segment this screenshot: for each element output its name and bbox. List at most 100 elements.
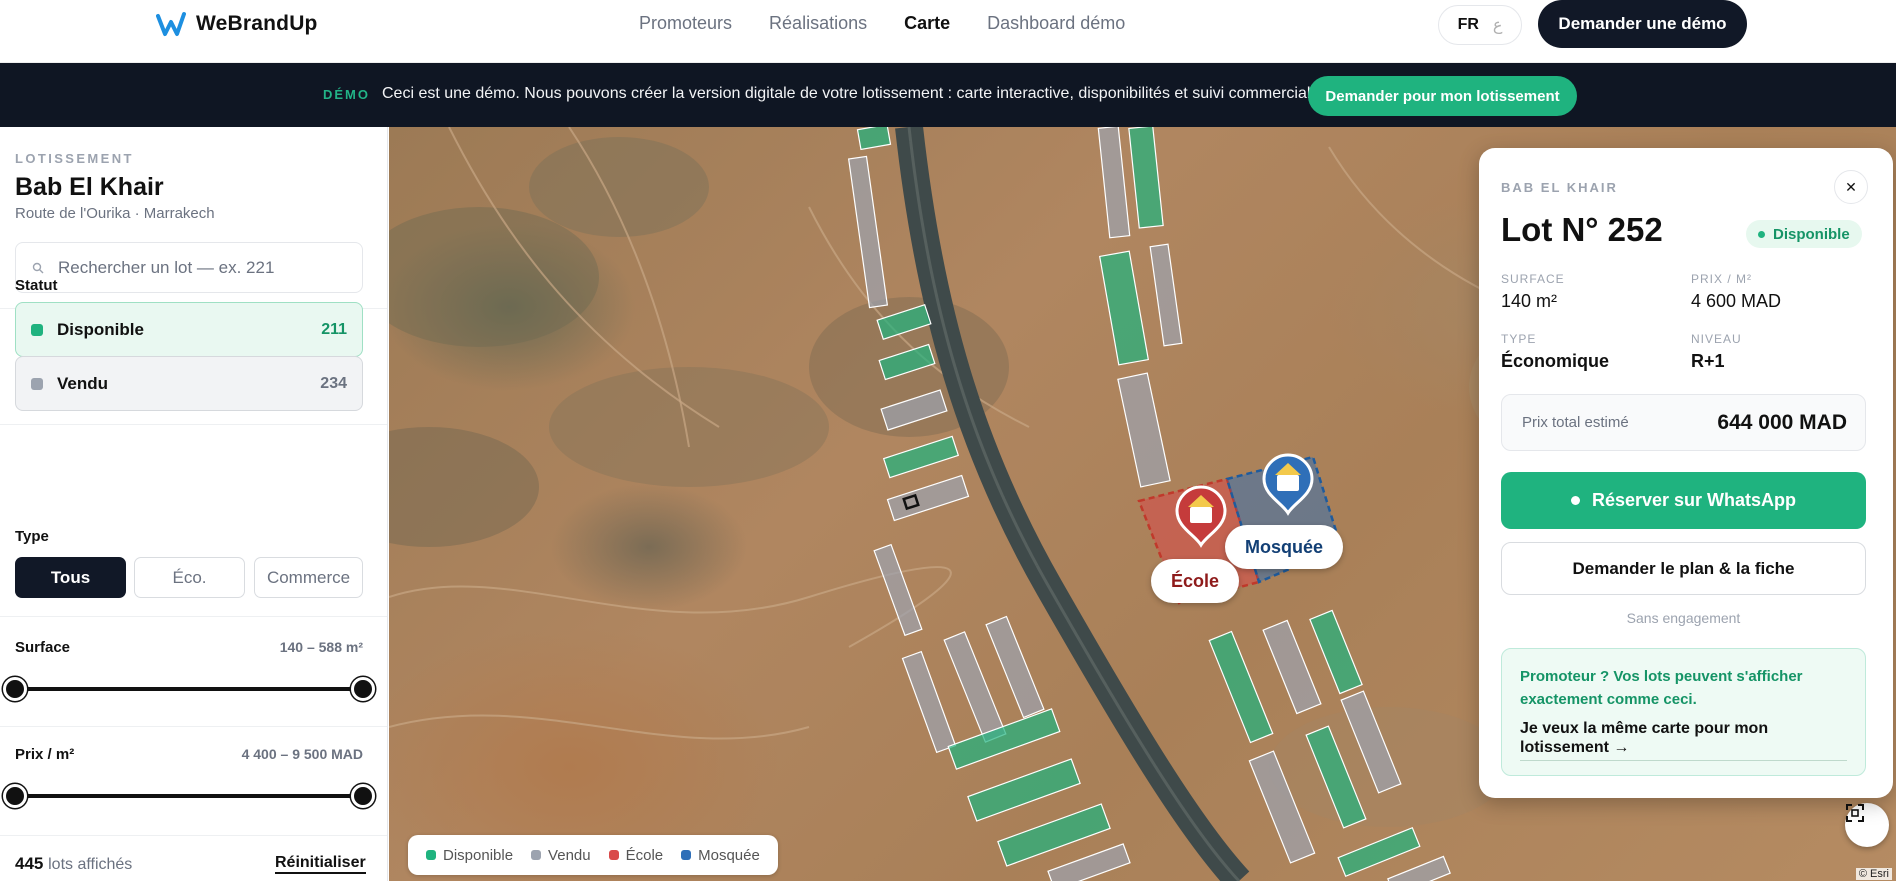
lot-block-vendu[interactable] <box>901 650 957 754</box>
total-price-label: Prix total estimé <box>1522 414 1629 431</box>
whatsapp-reserve-button[interactable]: Réserver sur WhatsApp <box>1501 472 1866 529</box>
status-filter-vendu[interactable]: Vendu 234 <box>15 356 363 411</box>
lot-block-dispo[interactable] <box>882 435 960 479</box>
lot-block-dispo[interactable] <box>1309 609 1363 695</box>
top-nav: WeBrandUp Promoteurs Réalisations Carte … <box>0 0 1896 63</box>
lot-block-dispo[interactable] <box>1337 826 1421 878</box>
lots-count-suffix: lots affichés <box>48 856 133 873</box>
lot-block-dispo[interactable] <box>856 127 892 151</box>
lot-block-vendu[interactable] <box>1149 243 1183 347</box>
map-attribution: © Esri <box>1855 868 1892 880</box>
project-title: Bab El Khair <box>15 173 164 201</box>
no-commitment-note: Sans engagement <box>1626 610 1741 626</box>
total-price-value: 644 000 MAD <box>1717 410 1847 434</box>
promoter-callout: Promoteur ? Vos lots peuvent s'afficher … <box>1501 648 1866 776</box>
price-label: Prix / m² <box>15 746 75 763</box>
fullscreen-icon <box>1846 804 1864 822</box>
price-range-header: Prix / m² 4 400 – 9 500 MAD <box>15 746 363 763</box>
type-filter-eco[interactable]: Éco. <box>134 557 245 598</box>
promoter-callout-title: Promoteur ? Vos lots peuvent s'afficher … <box>1520 668 1803 708</box>
spec-type-value: Économique <box>1501 351 1610 371</box>
legend-label: Mosquée <box>698 846 760 864</box>
filter-sidebar: LOTISSEMENT Bab El Khair Route de l'Ouri… <box>0 127 388 881</box>
price-slider-min-handle[interactable] <box>3 784 27 808</box>
legend-swatch <box>608 850 619 860</box>
lot-block-vendu[interactable] <box>985 615 1045 719</box>
status-label: Statut <box>15 277 58 294</box>
spec-type-label: TYPE <box>1501 332 1537 346</box>
lot-block-vendu[interactable] <box>1387 855 1451 881</box>
lot-block-vendu[interactable] <box>1117 372 1171 488</box>
lot-block-vendu[interactable] <box>886 474 970 522</box>
nav-promoteurs[interactable]: Promoteurs <box>639 13 732 34</box>
close-icon: ✕ <box>1845 178 1857 195</box>
status-badge: Disponible <box>1746 220 1862 248</box>
search-input[interactable] <box>58 257 348 278</box>
lots-count-value: 445 <box>15 854 44 873</box>
legend-swatch <box>426 850 436 860</box>
vendu-swatch <box>31 377 43 390</box>
poi-school-pin-icon-building-icon[interactable] <box>1190 507 1212 523</box>
lot-block-dispo[interactable] <box>1128 127 1164 229</box>
price-slider-max-handle[interactable] <box>351 784 375 808</box>
main-nav: Promoteurs Réalisations Carte Dashboard … <box>639 13 1125 34</box>
legend-item-mosquee: Mosquée <box>681 847 760 864</box>
surface-label: Surface <box>15 639 71 656</box>
close-button[interactable]: ✕ <box>1834 170 1868 204</box>
nav-dashboard-demo[interactable]: Dashboard démo <box>987 13 1125 34</box>
status-count-disponible: 211 <box>321 320 347 338</box>
nav-realisations[interactable]: Réalisations <box>769 13 867 34</box>
same-map-link[interactable]: Je veux la même carte pour mon lotisseme… <box>1520 719 1847 761</box>
lot-block-vendu[interactable] <box>1097 127 1131 239</box>
type-filter-tous[interactable]: Tous <box>15 557 126 598</box>
spec-niveau: NIVEAU R+1 <box>1691 332 1742 372</box>
type-filter-commerce[interactable]: Commerce <box>254 557 363 598</box>
request-for-my-lot-button[interactable]: Demander pour mon lotissement <box>1308 76 1577 116</box>
spec-price-m2: PRIX / M² 4 600 MAD <box>1691 272 1781 312</box>
reset-filters-link[interactable]: Réinitialiser <box>275 854 366 874</box>
spec-surface: SURFACE 140 m² <box>1501 272 1565 312</box>
type-label: Type <box>15 528 49 545</box>
lot-title: Lot N° 252 <box>1501 211 1663 248</box>
lot-search[interactable] <box>15 242 363 293</box>
surface-slider-max-handle[interactable] <box>351 677 375 701</box>
spec-price-m2-label: PRIX / M² <box>1691 272 1753 286</box>
status-badge-label: Disponible <box>1773 225 1850 243</box>
price-slider-track[interactable] <box>15 794 363 798</box>
surface-slider-min-handle[interactable] <box>3 677 27 701</box>
divider <box>0 726 387 727</box>
poi-mosque-pin-icon-building-icon[interactable] <box>1277 475 1299 491</box>
fullscreen-button[interactable] <box>1845 803 1889 847</box>
spec-type: TYPE Économique <box>1501 332 1609 372</box>
demo-banner: DÉMO Ceci est une démo. Nous pouvons cré… <box>0 63 1896 127</box>
terrain-patch <box>389 427 539 547</box>
status-filter-disponible[interactable]: Disponible 211 <box>15 302 363 357</box>
lot-block-dispo[interactable] <box>967 758 1081 822</box>
lot-block-vendu[interactable] <box>847 155 889 309</box>
legend-item-ecole: École <box>608 847 663 864</box>
legend-swatch <box>531 850 542 860</box>
sidebar-kicker: LOTISSEMENT <box>15 151 134 166</box>
brand-logo[interactable]: WeBrandUp <box>156 10 318 38</box>
lot-block-vendu[interactable] <box>873 543 923 637</box>
surface-slider-track[interactable] <box>15 687 363 691</box>
lang-ar[interactable]: ع <box>1493 15 1503 35</box>
school-label[interactable]: École <box>1151 559 1240 603</box>
mosque-label[interactable]: Mosquée <box>1225 525 1344 569</box>
lot-block-dispo[interactable] <box>1098 250 1150 366</box>
lot-block-vendu[interactable] <box>1262 619 1322 715</box>
lang-fr[interactable]: FR <box>1458 16 1479 34</box>
search-icon <box>32 262 44 273</box>
request-plan-button[interactable]: Demander le plan & la fiche <box>1501 542 1866 595</box>
spec-niveau-label: NIVEAU <box>1691 332 1742 346</box>
status-label-disponible: Disponible <box>57 319 144 339</box>
language-switch[interactable]: FR ع <box>1438 5 1522 45</box>
lot-block-dispo[interactable] <box>947 708 1061 770</box>
terrain-patch <box>549 367 829 487</box>
banner-text: Ceci est une démo. Nous pouvons créer la… <box>382 85 1315 102</box>
lot-block-dispo[interactable] <box>1208 630 1274 744</box>
nav-carte[interactable]: Carte <box>904 13 950 34</box>
request-demo-button[interactable]: Demander une démo <box>1538 0 1747 48</box>
whatsapp-button-label: Réserver sur WhatsApp <box>1591 490 1797 510</box>
lot-block-vendu[interactable] <box>1047 843 1131 881</box>
